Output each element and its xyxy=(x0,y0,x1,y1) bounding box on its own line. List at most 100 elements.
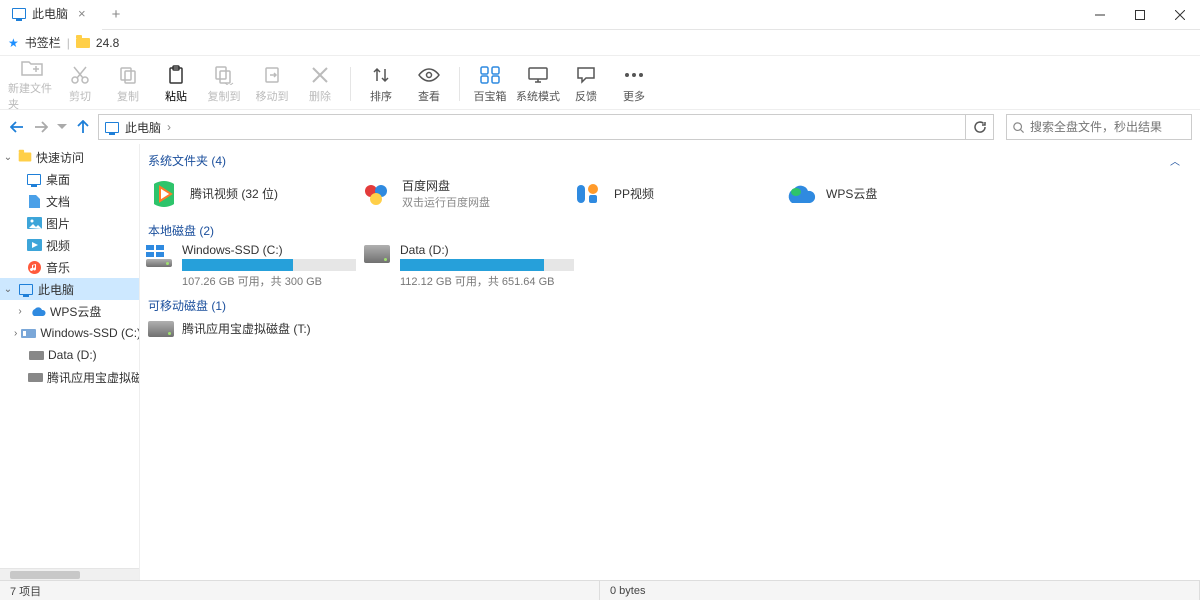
main-area: ⌄快速访问 桌面 文档 图片 视频 音乐 ⌄此电脑 ›WPS云盘 ›Window… xyxy=(0,144,1200,580)
new-tab-button[interactable]: + xyxy=(102,6,131,23)
tree-quick-access[interactable]: ⌄快速访问 xyxy=(0,146,139,168)
video-icon xyxy=(26,237,42,253)
toolbar: 新建文件夹 剪切 复制 粘贴 复制到 移动到 删除 排序 查看 百宝箱 系统模式… xyxy=(0,56,1200,110)
chevron-right-icon[interactable]: › xyxy=(167,120,171,134)
tree-this-pc[interactable]: ⌄此电脑 xyxy=(0,278,139,300)
app-icon xyxy=(148,178,180,210)
section-removable[interactable]: 可移动磁盘 (1) xyxy=(140,295,1200,316)
cut-button[interactable]: 剪切 xyxy=(56,64,104,104)
tree-documents[interactable]: 文档 xyxy=(0,190,139,212)
view-icon xyxy=(417,64,441,86)
search-icon xyxy=(1013,121,1024,134)
forward-button[interactable] xyxy=(32,118,50,136)
app-baidu-netdisk[interactable]: 百度网盘双击运行百度网盘 xyxy=(360,177,572,210)
window-controls xyxy=(1080,0,1200,30)
app-icon xyxy=(360,178,392,210)
search-box[interactable] xyxy=(1006,114,1192,140)
folder-icon xyxy=(76,38,90,48)
bookmarks-bar: ★ 书签栏 | 24.8 xyxy=(0,30,1200,56)
chevron-up-icon[interactable]: ︿ xyxy=(1170,153,1192,168)
up-button[interactable] xyxy=(74,118,92,136)
star-icon: ★ xyxy=(8,36,19,50)
drive-c[interactable]: Windows-SSD (C:) 107.26 GB 可用，共 300 GB xyxy=(146,243,356,289)
refresh-button[interactable] xyxy=(966,114,994,140)
maximize-button[interactable] xyxy=(1120,0,1160,30)
search-input[interactable] xyxy=(1030,120,1185,134)
usage-bar xyxy=(400,259,574,271)
copy-to-icon xyxy=(212,64,236,86)
drive-t[interactable]: 腾讯应用宝虚拟磁盘 (T:) xyxy=(146,318,1200,339)
sort-icon xyxy=(369,64,393,86)
delete-icon xyxy=(308,64,332,86)
navigation-bar: 此电脑 › xyxy=(0,110,1200,144)
drive-icon xyxy=(148,321,174,337)
drive-d[interactable]: Data (D:) 112.12 GB 可用，共 651.64 GB xyxy=(364,243,574,289)
copy-to-button[interactable]: 复制到 xyxy=(200,64,248,104)
move-to-button[interactable]: 移动到 xyxy=(248,64,296,104)
chevron-right-icon[interactable]: › xyxy=(14,306,26,317)
tree-wps-cloud[interactable]: ›WPS云盘 xyxy=(0,300,139,322)
tab-this-pc[interactable]: 此电脑 × xyxy=(0,0,102,30)
sidebar: ⌄快速访问 桌面 文档 图片 视频 音乐 ⌄此电脑 ›WPS云盘 ›Window… xyxy=(0,144,140,580)
more-icon xyxy=(622,64,646,86)
tree-videos[interactable]: 视频 xyxy=(0,234,139,256)
tree-desktop[interactable]: 桌面 xyxy=(0,168,139,190)
tree-drive-c[interactable]: ›Windows-SSD (C:) xyxy=(0,322,139,344)
breadcrumb-item[interactable]: 此电脑 xyxy=(125,119,161,136)
monitor-icon xyxy=(18,281,34,297)
chevron-down-icon[interactable]: ⌄ xyxy=(2,152,14,163)
tree-view: ⌄快速访问 桌面 文档 图片 视频 音乐 ⌄此电脑 ›WPS云盘 ›Window… xyxy=(0,144,139,568)
drive-icon xyxy=(364,245,392,267)
chevron-right-icon[interactable]: › xyxy=(14,328,17,339)
copy-icon xyxy=(116,64,140,86)
history-button[interactable] xyxy=(56,118,68,136)
drive-icon xyxy=(28,369,43,385)
section-local-disks[interactable]: 本地磁盘 (2) xyxy=(140,220,1200,241)
app-tencent-video[interactable]: 腾讯视频 (32 位) xyxy=(148,177,360,210)
paste-button[interactable]: 粘贴 xyxy=(152,64,200,104)
tree-drive-t[interactable]: 腾讯应用宝虚拟磁盘 (T:) xyxy=(0,366,139,388)
app-pp-video[interactable]: PP视频 xyxy=(572,177,784,210)
sidebar-scrollbar[interactable] xyxy=(0,568,139,580)
new-folder-button[interactable]: 新建文件夹 xyxy=(8,56,56,112)
view-button[interactable]: 查看 xyxy=(405,64,453,104)
minimize-button[interactable] xyxy=(1080,0,1120,30)
folder-icon xyxy=(19,153,32,162)
sort-button[interactable]: 排序 xyxy=(357,64,405,104)
toolbar-separator xyxy=(350,67,351,101)
close-button[interactable] xyxy=(1160,0,1200,30)
drives-row: Windows-SSD (C:) 107.26 GB 可用，共 300 GB D… xyxy=(140,241,1200,295)
bookmarks-label: 书签栏 xyxy=(25,34,61,51)
drive-icon xyxy=(146,245,174,267)
music-icon xyxy=(26,259,42,275)
delete-button[interactable]: 删除 xyxy=(296,64,344,104)
back-button[interactable] xyxy=(8,118,26,136)
cut-icon xyxy=(68,64,92,86)
tree-music[interactable]: 音乐 xyxy=(0,256,139,278)
status-bar: 7 项目 0 bytes xyxy=(0,580,1200,600)
address-bar[interactable]: 此电脑 › xyxy=(98,114,966,140)
cloud-icon xyxy=(784,178,816,210)
system-mode-button[interactable]: 系统模式 xyxy=(514,64,562,104)
close-tab-icon[interactable]: × xyxy=(74,6,90,21)
picture-icon xyxy=(26,215,42,231)
toolbar-separator xyxy=(459,67,460,101)
bookmark-folder[interactable]: 24.8 xyxy=(96,36,119,50)
feedback-button[interactable]: 反馈 xyxy=(562,64,610,104)
monitor-icon xyxy=(105,122,119,133)
copy-button[interactable]: 复制 xyxy=(104,64,152,104)
app-wps-cloud[interactable]: WPS云盘 xyxy=(784,177,996,210)
more-button[interactable]: 更多 xyxy=(610,64,658,104)
usage-bar xyxy=(182,259,356,271)
monitor-icon xyxy=(12,8,26,19)
desktop-icon xyxy=(26,171,42,187)
chevron-down-icon[interactable]: ⌄ xyxy=(2,284,14,295)
separator: | xyxy=(67,36,70,50)
paste-icon xyxy=(164,64,188,86)
move-to-icon xyxy=(260,64,284,86)
status-size: 0 bytes xyxy=(600,581,1200,600)
section-system-folders[interactable]: 系统文件夹 (4)︿ xyxy=(140,150,1200,171)
tree-pictures[interactable]: 图片 xyxy=(0,212,139,234)
toolbox-button[interactable]: 百宝箱 xyxy=(466,64,514,104)
tree-drive-d[interactable]: Data (D:) xyxy=(0,344,139,366)
